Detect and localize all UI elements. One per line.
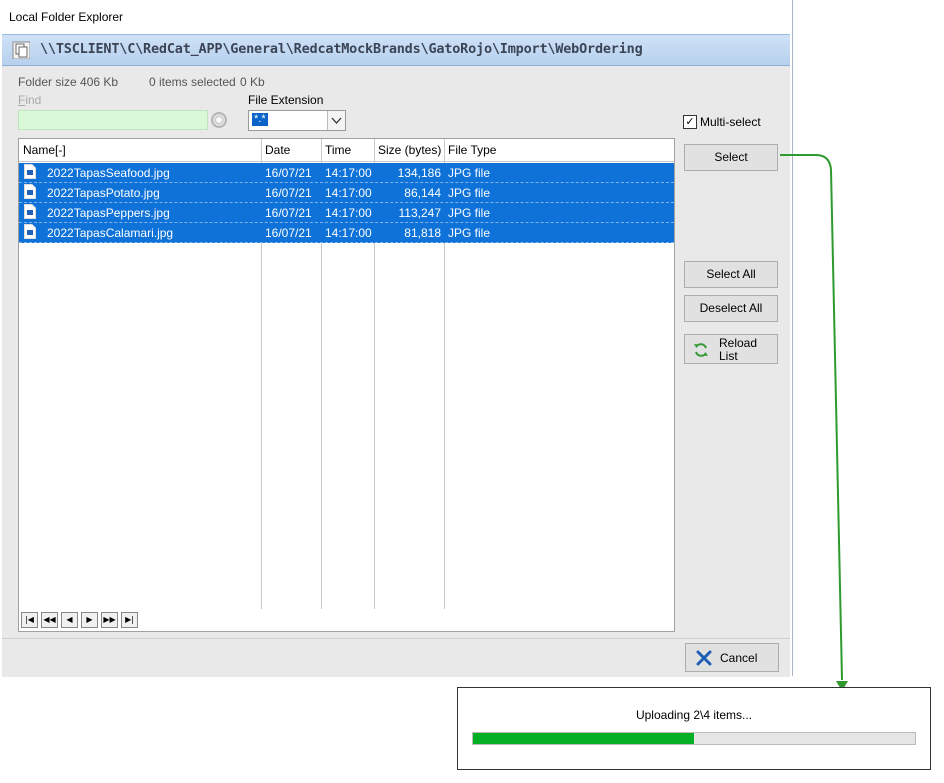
upload-progress-dialog: Uploading 2\4 items... bbox=[457, 687, 931, 770]
flow-arrow bbox=[780, 154, 848, 691]
upload-progress-bar bbox=[472, 732, 916, 745]
progress-fill bbox=[473, 733, 694, 744]
upload-status-text: Uploading 2\4 items... bbox=[635, 708, 753, 722]
